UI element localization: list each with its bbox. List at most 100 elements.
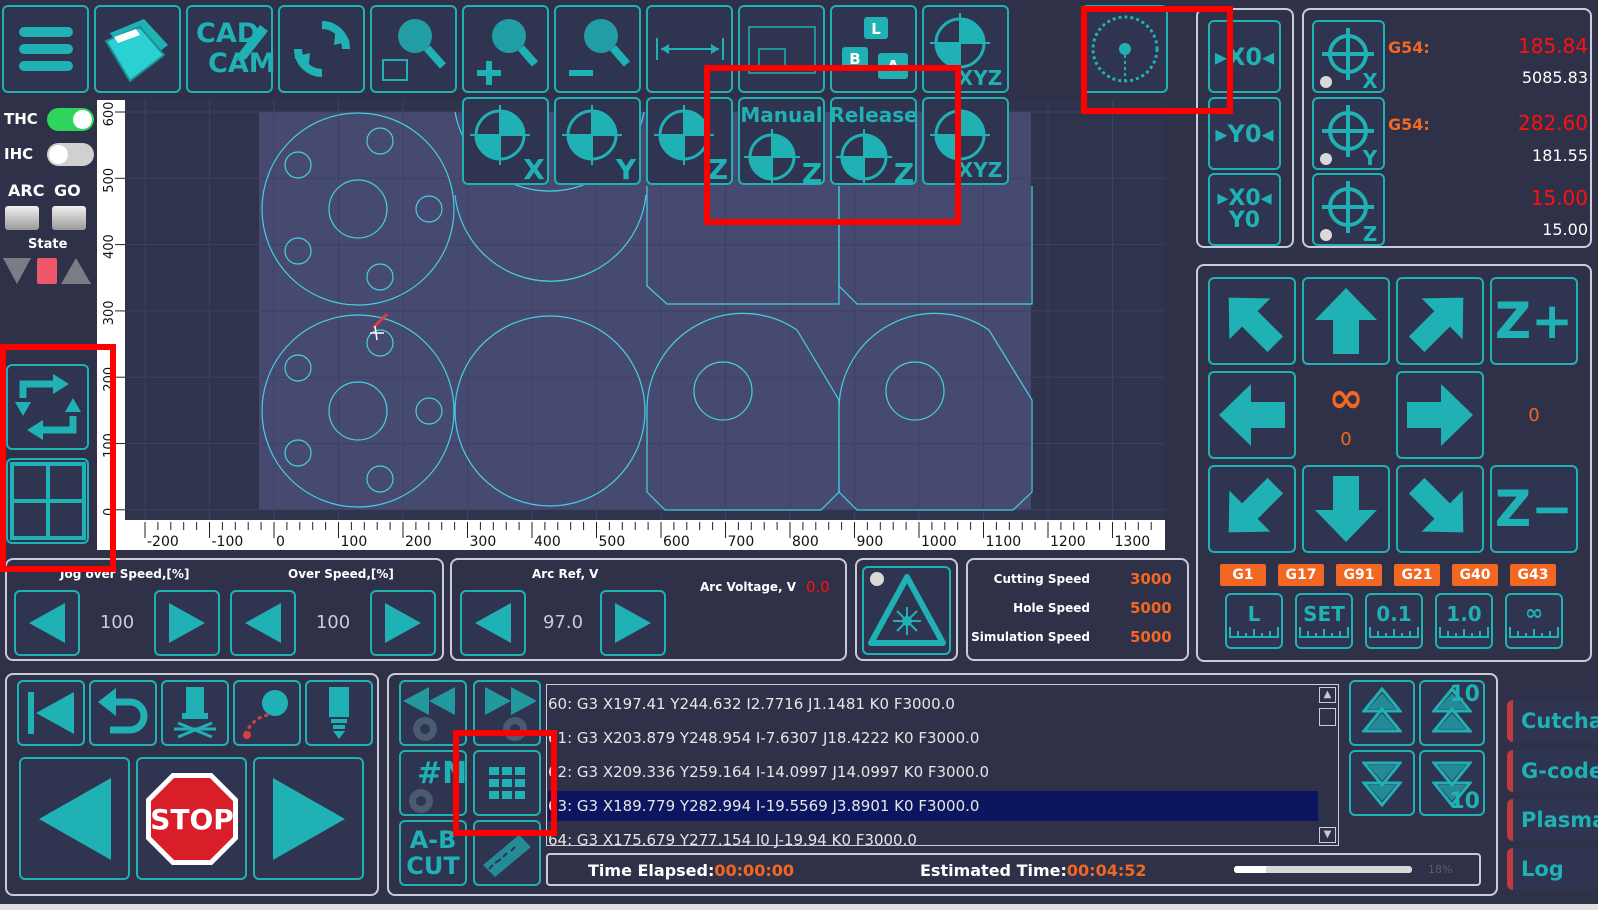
- cad-cam-button[interactable]: CAD CAM: [186, 5, 276, 93]
- line-up-10-button[interactable]: 10: [1419, 680, 1485, 746]
- rotate-button[interactable]: [6, 364, 89, 450]
- origin-xyz-icon: XYZ: [929, 105, 1002, 181]
- jog-up-left-button[interactable]: [1208, 277, 1296, 365]
- jog-left-button[interactable]: [1208, 371, 1296, 459]
- skip-start-icon: [28, 692, 74, 734]
- ihc-toggle[interactable]: [47, 143, 94, 166]
- arc-ref-decrease-button[interactable]: [460, 590, 526, 656]
- x-tick-label: 1000: [921, 534, 957, 550]
- spindle-dial-button[interactable]: [1081, 5, 1168, 93]
- tab-cutchart[interactable]: Cutchart: [1507, 700, 1598, 742]
- jog-z-plus-button[interactable]: Z+: [1490, 277, 1578, 365]
- probe-xyz2-button[interactable]: XYZ: [922, 97, 1009, 185]
- stop-button[interactable]: STOP: [136, 757, 247, 880]
- down-10-label: 10: [1449, 789, 1480, 814]
- tab-gcode[interactable]: G-code: [1507, 750, 1598, 792]
- jog-z-minus-button[interactable]: Z−: [1490, 465, 1578, 553]
- refresh-icon: [293, 21, 350, 77]
- tab-plasma[interactable]: Plasma: [1507, 799, 1598, 841]
- torch-down-icon: [3, 258, 31, 284]
- torch-up-icon: [61, 258, 91, 284]
- step-set-button[interactable]: SET: [1295, 593, 1353, 649]
- step-1-0-button[interactable]: 1.0: [1435, 593, 1493, 649]
- line-down-button[interactable]: [1349, 750, 1415, 816]
- zero-xy-button[interactable]: ▸X0◂ Y0: [1208, 173, 1281, 246]
- manual-z-button[interactable]: Manual Z: [738, 97, 825, 185]
- torch-icon: [174, 687, 216, 739]
- scroll-thumb[interactable]: [1319, 708, 1336, 726]
- lba-button[interactable]: L B A: [830, 5, 917, 93]
- zoom-in-button[interactable]: [462, 5, 549, 93]
- rewind-start-button[interactable]: [17, 680, 85, 746]
- step-l-button[interactable]: L: [1225, 593, 1283, 649]
- cutting-speed-label: Cutting Speed: [993, 572, 1090, 586]
- zoom-out-button[interactable]: [554, 5, 641, 93]
- rotate-icon: [14, 374, 81, 440]
- step-back-button[interactable]: [19, 757, 130, 880]
- crosshair-z-label: Z: [1362, 222, 1377, 243]
- gcode-line[interactable]: 60: G3 X197.41 Y244.632 I2.7716 J1.1481 …: [548, 689, 1318, 719]
- tab-log[interactable]: Log: [1507, 848, 1598, 890]
- jog-over-decrease-button[interactable]: [14, 590, 80, 656]
- time-bar: Time Elapsed:00:00:00 Estimated Time:00:…: [546, 853, 1481, 886]
- fast-forward-button[interactable]: [473, 680, 541, 746]
- jog-down-right-button[interactable]: [1396, 465, 1484, 553]
- zoom-window-icon: [381, 19, 446, 81]
- grid-array-button[interactable]: [473, 750, 541, 816]
- undo-button[interactable]: [89, 680, 157, 746]
- home-y-button[interactable]: Y: [1312, 97, 1385, 170]
- jog-right-button[interactable]: [1396, 371, 1484, 459]
- zero-x-button[interactable]: ▸X0◂: [1208, 20, 1281, 93]
- arc-ref-increase-button[interactable]: [600, 590, 666, 656]
- refresh-button[interactable]: [278, 5, 365, 93]
- jog-down-button[interactable]: [1302, 465, 1390, 553]
- array-button[interactable]: [6, 458, 89, 544]
- gcode-line[interactable]: 62: G3 X209.336 Y259.164 I-14.0997 J14.0…: [548, 757, 1318, 787]
- ab-cut-button[interactable]: A-B CUT: [399, 820, 467, 886]
- probe-z-label: Z: [707, 153, 727, 181]
- probe-y-button[interactable]: Y: [554, 97, 641, 185]
- line-down-10-button[interactable]: 10: [1419, 750, 1485, 816]
- thc-row: THC: [4, 108, 94, 132]
- zoom-window-button[interactable]: [370, 5, 457, 93]
- menu-button[interactable]: [2, 5, 89, 93]
- goto-line-button[interactable]: #N: [399, 750, 467, 816]
- probe-x-button[interactable]: X: [462, 97, 549, 185]
- open-gcode-button[interactable]: [94, 5, 181, 93]
- jog-over-increase-button[interactable]: [154, 590, 220, 656]
- gcode-line[interactable]: 64: G3 X175.679 Y277.154 I0 J-19.94 K0 F…: [548, 825, 1318, 855]
- home-x-button[interactable]: X: [1312, 20, 1385, 93]
- scroll-up-icon[interactable]: ▲: [1319, 687, 1336, 703]
- scroll-down-icon[interactable]: ▼: [1319, 827, 1336, 843]
- zoom-out-icon: [568, 19, 630, 76]
- zero-y-button[interactable]: ▸Y0◂: [1208, 97, 1281, 170]
- fit-view-button[interactable]: [738, 5, 825, 93]
- probe-z-button[interactable]: Z: [646, 97, 733, 185]
- line-up-button[interactable]: [1349, 680, 1415, 746]
- gcode-line[interactable]: 61: G3 X203.879 Y248.954 I-7.6307 J18.42…: [548, 723, 1318, 753]
- jog-up-right-button[interactable]: [1396, 277, 1484, 365]
- torch-test-button[interactable]: [161, 680, 229, 746]
- path-jump-button[interactable]: [233, 680, 301, 746]
- gcode-line-selected[interactable]: 63: G3 X189.779 Y282.994 I-19.5569 J3.89…: [548, 791, 1318, 821]
- probe-xyz-button[interactable]: XYZ: [922, 5, 1009, 93]
- home-z-button[interactable]: Z: [1312, 173, 1385, 246]
- torch-height-button[interactable]: [305, 680, 373, 746]
- crosshair-y-label: Y: [1361, 146, 1377, 167]
- measure-button[interactable]: [646, 5, 733, 93]
- laser-pointer-button[interactable]: [862, 566, 951, 655]
- jog-down-left-button[interactable]: [1208, 465, 1296, 553]
- gcode-scrollbar[interactable]: ▲ ▼: [1318, 686, 1337, 844]
- over-speed-decrease-button[interactable]: [230, 590, 296, 656]
- over-speed-increase-button[interactable]: [370, 590, 436, 656]
- step-0-1-button[interactable]: 0.1: [1365, 593, 1423, 649]
- x-tick-label: 900: [857, 534, 884, 550]
- step-continuous-button[interactable]: ∞: [1505, 593, 1563, 649]
- measure-tool-button[interactable]: [473, 820, 541, 886]
- rewind-button[interactable]: [399, 680, 467, 746]
- release-z-button[interactable]: Release Z: [829, 97, 918, 185]
- ruler-icon: [1229, 627, 1279, 638]
- jog-up-button[interactable]: [1302, 277, 1390, 365]
- thc-toggle[interactable]: [47, 108, 94, 131]
- step-forward-button[interactable]: [253, 757, 364, 880]
